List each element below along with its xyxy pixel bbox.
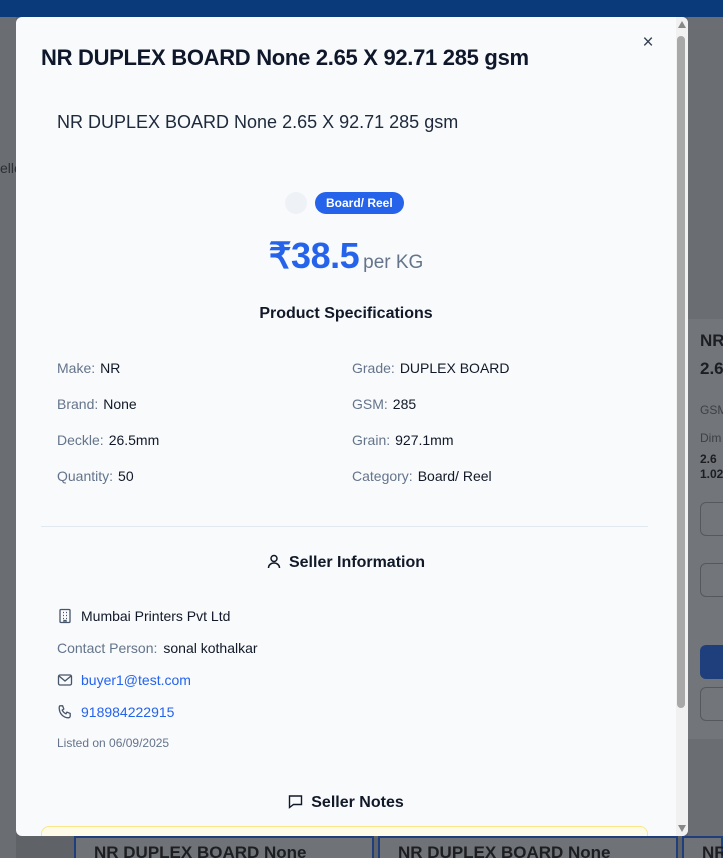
specifications-heading: Product Specifications (259, 305, 433, 322)
background-card-title: NR DUPLEX BOARD None (94, 843, 307, 858)
seller-email-link[interactable]: buyer1@test.com (81, 672, 191, 688)
price-unit: per KG (363, 252, 424, 273)
seller-company-row: Mumbai Printers Pvt Ltd (57, 608, 230, 624)
close-icon: × (642, 32, 654, 53)
seller-phone-link[interactable]: 918984222915 (81, 704, 174, 720)
seller-info-heading: Seller Information (16, 554, 676, 574)
right-card-info-box (700, 563, 723, 597)
spec-make: Make: NR (57, 360, 120, 376)
background-card-1[interactable]: NR DUPLEX BOARD None (74, 836, 374, 858)
spec-value: NR (100, 360, 121, 376)
spec-label: GSM: (352, 396, 388, 412)
seller-notes-box (41, 826, 648, 836)
spec-value: None (103, 396, 137, 412)
spec-label: Quantity: (57, 468, 114, 484)
modal-title: NR DUPLEX BOARD None 2.65 X 92.71 285 gs… (41, 45, 529, 70)
right-card-email-button[interactable] (700, 687, 723, 721)
message-square-icon (288, 794, 303, 814)
background-card-title: NR (702, 843, 723, 858)
spec-label: Grain: (352, 432, 391, 448)
spec-gsm: GSM: 285 (352, 396, 416, 412)
spec-label: Grade: (352, 360, 395, 376)
mail-icon (57, 672, 73, 688)
contact-person-label: Contact Person: (57, 640, 158, 656)
section-divider (41, 526, 648, 527)
background-card-2[interactable]: NR DUPLEX BOARD None (378, 836, 678, 858)
seller-company: Mumbai Printers Pvt Ltd (81, 608, 231, 624)
background-right-card: NR 2.6 GSM Dim 2.6 1.02 (688, 319, 723, 739)
right-card-dim-value-1: 2.6 (700, 452, 717, 466)
price-row: ₹38.5 per KG (16, 235, 676, 277)
spec-value: 927.1mm (395, 432, 454, 448)
contact-person-value: sonal kothalkar (163, 640, 258, 656)
spec-brand: Brand: None (57, 396, 137, 412)
product-detail-modal: NR DUPLEX BOARD None 2.65 X 92.71 285 gs… (16, 17, 688, 836)
spec-label: Deckle: (57, 432, 104, 448)
product-description: NR DUPLEX BOARD None 2.65 X 92.71 285 gs… (57, 112, 459, 132)
right-card-dim: Dim (700, 431, 722, 445)
seller-heading-label: Seller Information (288, 554, 426, 571)
spec-label: Brand: (57, 396, 99, 412)
modal-scrollbar[interactable] (676, 17, 688, 836)
user-icon (267, 554, 281, 574)
scroll-thumb[interactable] (677, 36, 685, 708)
spec-category: Category: Board/ Reel (352, 468, 492, 484)
spec-quantity: Quantity: 50 (57, 468, 134, 484)
phone-icon (57, 704, 73, 720)
notes-heading-label: Seller Notes (311, 794, 404, 811)
seller-notes-heading: Seller Notes (16, 794, 676, 814)
category-badge: Board/ Reel (315, 192, 404, 214)
spec-value: Board/ Reel (417, 468, 492, 484)
scroll-up-arrow-icon[interactable] (678, 21, 686, 28)
right-card-gsm: GSM (700, 403, 723, 417)
right-card-dim-value-2: 1.02 (700, 467, 723, 481)
spec-value: DUPLEX BOARD (399, 360, 510, 376)
product-image-placeholder (285, 192, 307, 214)
spec-label: Category: (352, 468, 413, 484)
right-card-action-button[interactable] (700, 645, 723, 679)
listed-date: Listed on 06/09/2025 (57, 736, 170, 750)
spec-label: Make: (57, 360, 96, 376)
spec-value: 50 (118, 468, 134, 484)
close-button[interactable]: × (640, 33, 656, 53)
background-card-title: NR DUPLEX BOARD None (398, 843, 611, 858)
background-card-3[interactable]: NR (682, 836, 723, 858)
right-card-quantity-field[interactable] (700, 502, 723, 536)
spec-deckle: Deckle: 26.5mm (57, 432, 159, 448)
background-right-column: NR 2.6 GSM Dim 2.6 1.02 (688, 17, 723, 858)
price-value: ₹38.5 (268, 235, 360, 276)
spec-grain: Grain: 927.1mm (352, 432, 453, 448)
app-topbar (0, 0, 723, 17)
spec-value: 26.5mm (108, 432, 160, 448)
spec-grade: Grade: DUPLEX BOARD (352, 360, 510, 376)
right-card-title: NR (700, 331, 723, 350)
building-icon (57, 608, 73, 624)
modal-content: NR DUPLEX BOARD None 2.65 X 92.71 285 gs… (16, 17, 676, 836)
seller-email-row[interactable]: buyer1@test.com (57, 672, 191, 688)
scroll-down-arrow-icon[interactable] (678, 825, 686, 832)
seller-contact-row: Contact Person: sonal kothalkar (57, 640, 258, 656)
right-card-subtitle: 2.6 (700, 359, 723, 378)
seller-phone-row[interactable]: 918984222915 (57, 704, 174, 720)
background-left-column: elle (0, 17, 22, 858)
spec-value: 285 (392, 396, 417, 412)
